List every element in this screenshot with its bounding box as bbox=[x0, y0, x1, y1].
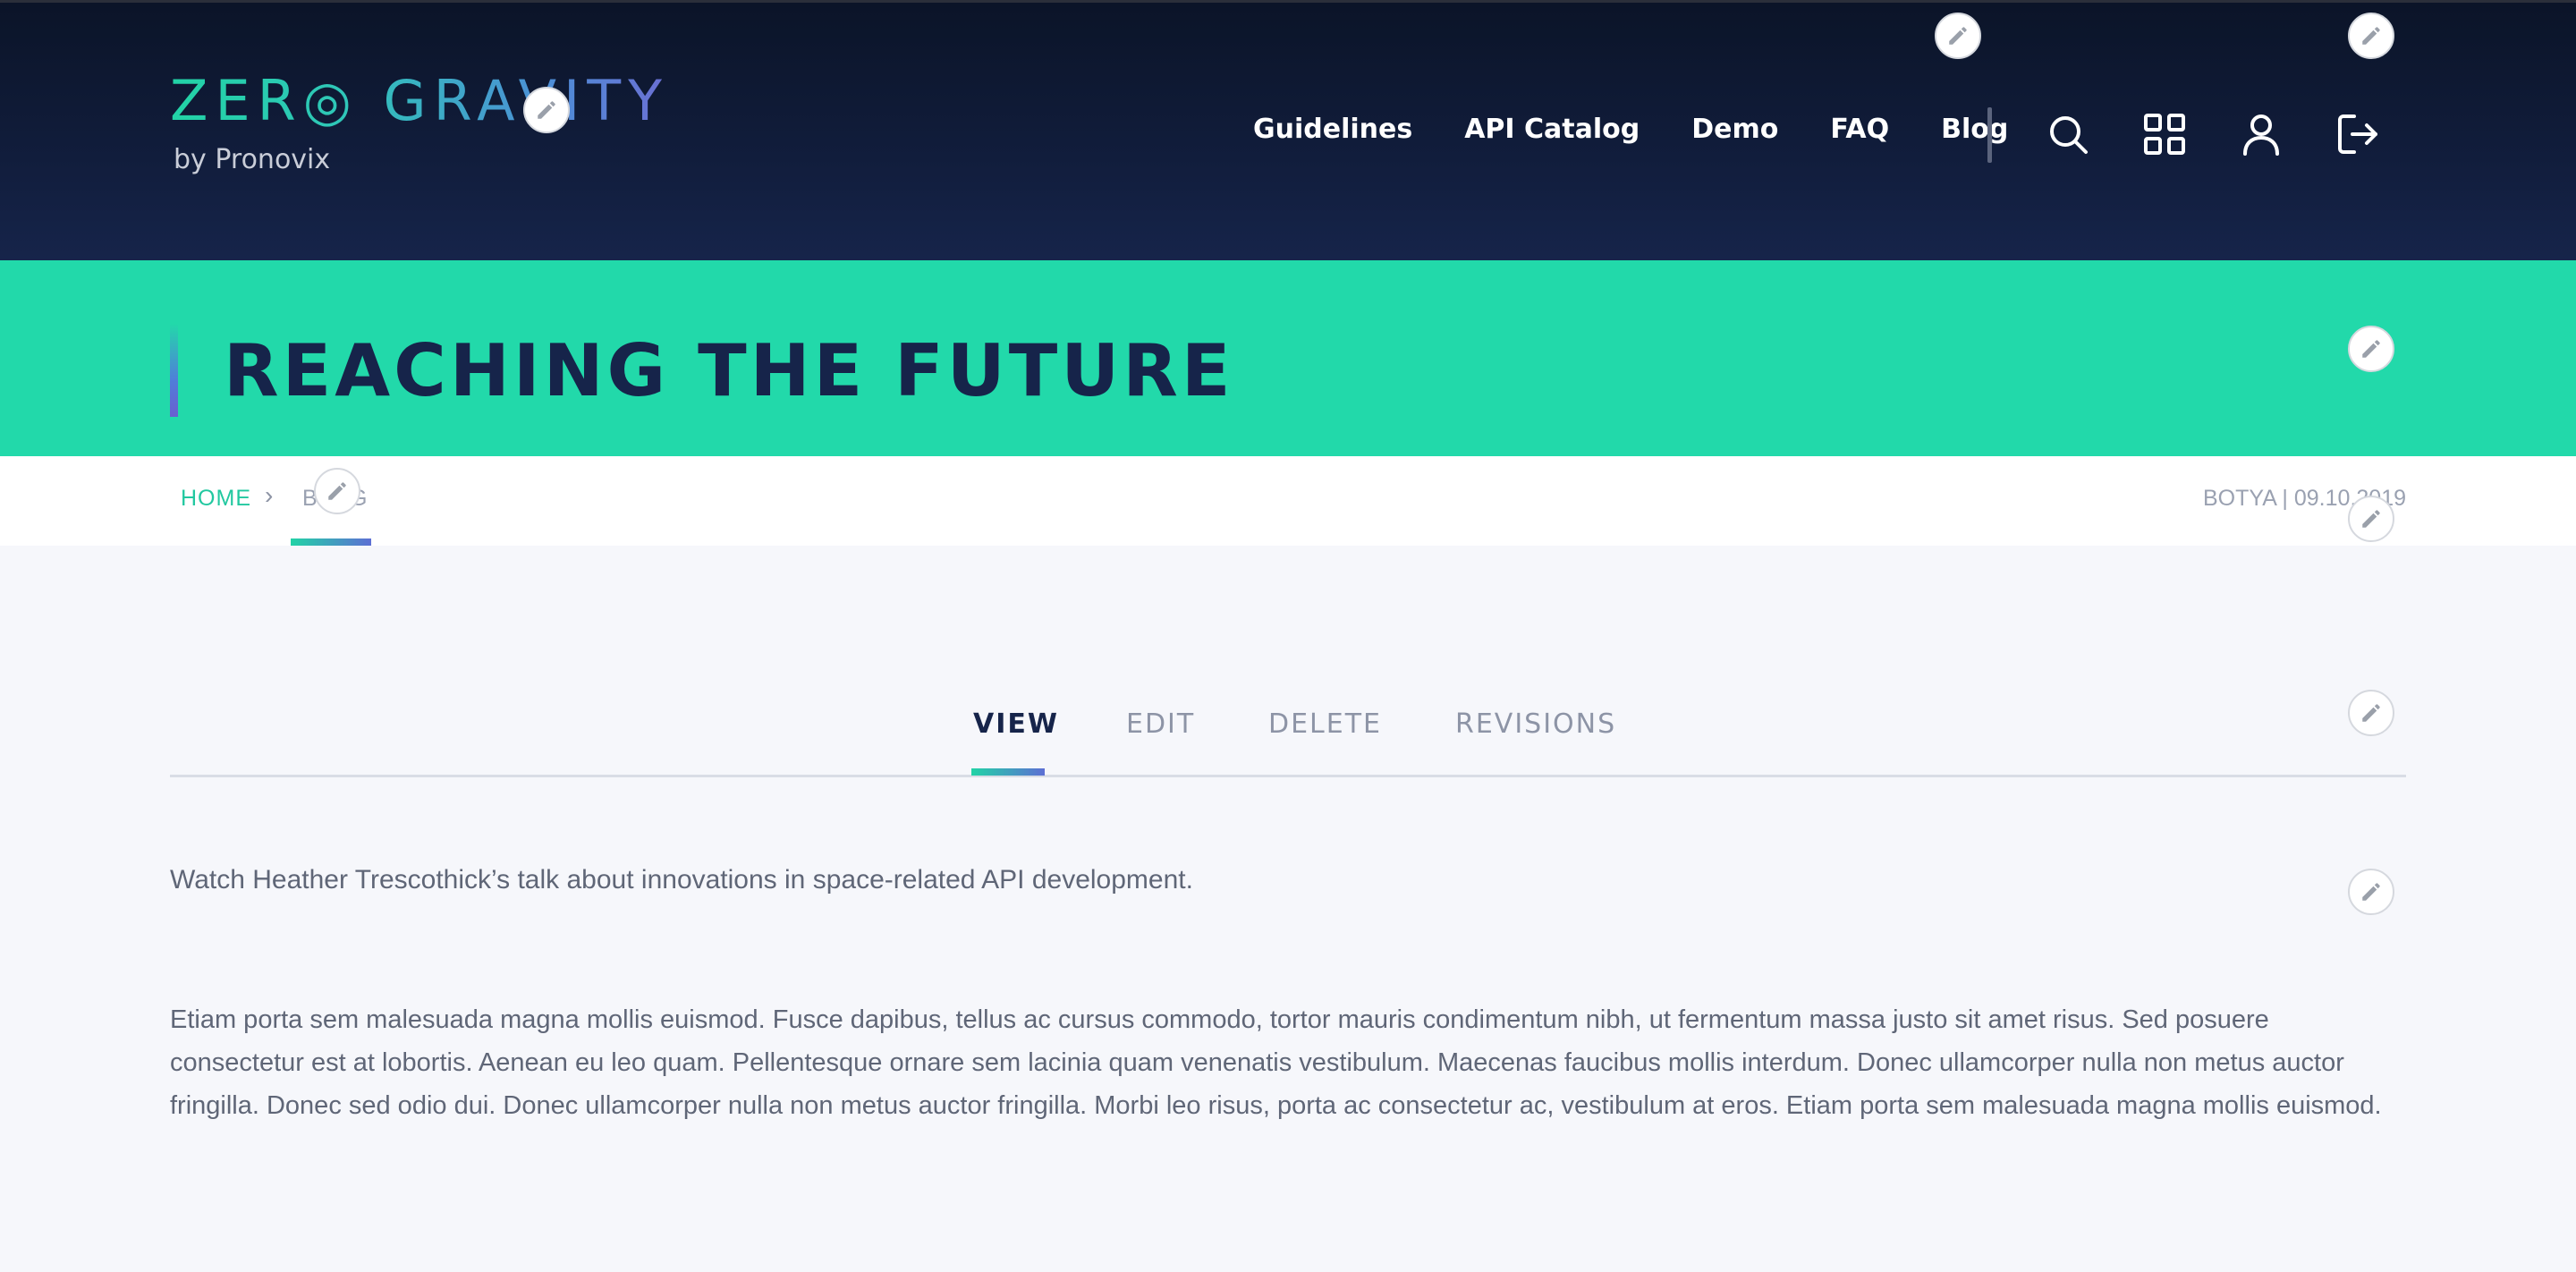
breadcrumb-separator: › bbox=[265, 481, 274, 509]
edit-pencil-icon[interactable] bbox=[2348, 869, 2394, 915]
tab-view[interactable]: VIEW bbox=[973, 702, 1059, 747]
logo-wordmark: ZER◎ GRAVITY bbox=[170, 68, 670, 133]
article-body: Etiam porta sem malesuada magna mollis e… bbox=[170, 1005, 2382, 1120]
edit-pencil-icon[interactable] bbox=[2348, 496, 2394, 542]
breadcrumb-home-link[interactable]: HOME bbox=[181, 485, 251, 512]
nav-link-api-catalog[interactable]: API Catalog bbox=[1464, 114, 1640, 146]
site-header: ZER◎ GRAVITY by Pronovix Guidelines API … bbox=[0, 3, 2576, 260]
nav-link-faq[interactable]: FAQ bbox=[1830, 114, 1889, 146]
user-icon[interactable] bbox=[2240, 113, 2283, 156]
local-tasks-tabs: VIEW EDIT DELETE REVISIONS bbox=[170, 702, 2406, 777]
main-nav: Guidelines API Catalog Demo FAQ Blog bbox=[1253, 114, 2008, 146]
hero-accent-bar bbox=[170, 324, 178, 417]
tab-edit[interactable]: EDIT bbox=[1126, 702, 1195, 747]
hero-banner: REACHING THE FUTURE bbox=[0, 260, 2576, 456]
tab-delete[interactable]: DELETE bbox=[1268, 702, 1382, 747]
nav-link-demo[interactable]: Demo bbox=[1691, 114, 1778, 146]
search-icon[interactable] bbox=[2046, 113, 2089, 156]
site-logo[interactable]: ZER◎ GRAVITY by Pronovix bbox=[170, 70, 669, 175]
logo-byline: by Pronovix bbox=[174, 144, 331, 175]
nav-link-guidelines[interactable]: Guidelines bbox=[1253, 114, 1412, 146]
page-title: REACHING THE FUTURE bbox=[224, 329, 1234, 412]
logout-icon[interactable] bbox=[2336, 113, 2379, 156]
edit-pencil-icon[interactable] bbox=[523, 87, 570, 133]
tab-revisions[interactable]: REVISIONS bbox=[1455, 702, 1616, 747]
grid-icon[interactable] bbox=[2143, 113, 2186, 156]
article-lead: Watch Heather Trescothick’s talk about i… bbox=[170, 865, 1193, 895]
nav-link-blog[interactable]: Blog bbox=[1941, 114, 2008, 146]
edit-pencil-icon[interactable] bbox=[1935, 13, 1981, 59]
nav-divider bbox=[1987, 107, 1992, 163]
edit-pencil-icon[interactable] bbox=[2348, 326, 2394, 372]
active-tab-underline bbox=[971, 768, 1045, 776]
edit-pencil-icon[interactable] bbox=[2348, 690, 2394, 736]
edit-pencil-icon[interactable] bbox=[314, 468, 360, 514]
breadcrumb-strip: HOME › BLOG BOTYA | 09.10.2019 bbox=[0, 456, 2576, 546]
breadcrumb-active-underline bbox=[291, 538, 371, 546]
edit-pencil-icon[interactable] bbox=[2348, 13, 2394, 59]
